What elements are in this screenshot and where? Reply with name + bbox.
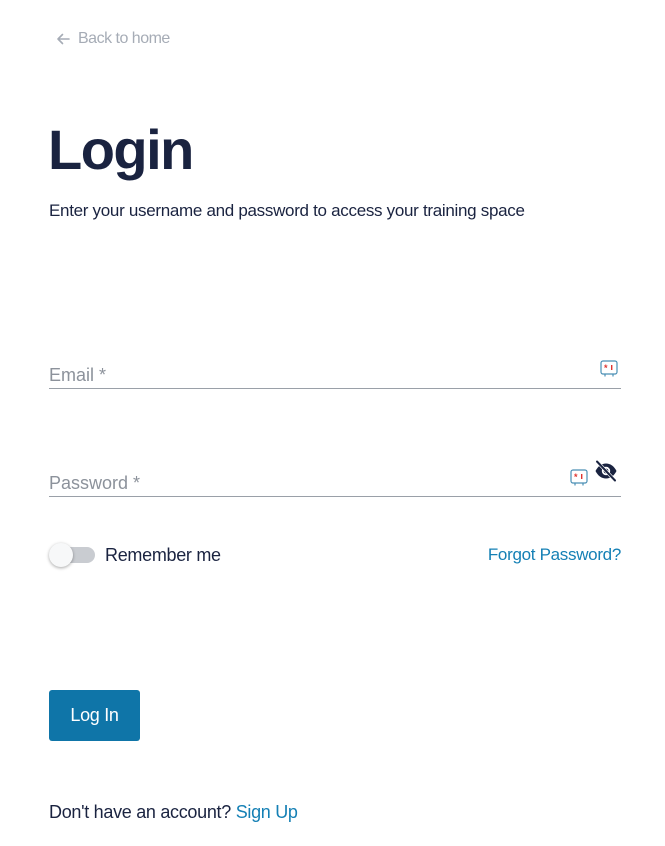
login-button[interactable]: Log In (49, 690, 140, 741)
password-manager-icon[interactable]: * (570, 469, 588, 487)
back-link-label: Back to home (78, 30, 170, 47)
hide-password-icon[interactable] (594, 459, 618, 483)
signup-row: Don't have an account? Sign Up (49, 802, 298, 823)
login-page: Back to home Login Enter your username a… (0, 0, 665, 846)
forgot-password-link[interactable]: Forgot Password? (488, 545, 621, 565)
signup-prompt: Don't have an account? (49, 802, 231, 822)
svg-text:*: * (574, 472, 578, 482)
password-input[interactable] (49, 473, 549, 494)
remember-me-toggle[interactable] (49, 542, 95, 568)
password-manager-icon[interactable]: * (600, 360, 618, 378)
remember-me-row: Remember me (49, 542, 221, 568)
toggle-knob (49, 543, 73, 567)
back-to-home-link[interactable]: Back to home (56, 30, 170, 48)
password-field: * (49, 459, 621, 497)
page-subtitle: Enter your username and password to acce… (49, 201, 525, 220)
remember-me-label[interactable]: Remember me (105, 545, 221, 566)
svg-text:*: * (604, 363, 608, 373)
email-field: * (49, 352, 621, 389)
sign-up-link[interactable]: Sign Up (236, 802, 298, 822)
page-title: Login (48, 118, 194, 181)
arrow-left-icon (56, 32, 70, 46)
email-input[interactable] (49, 365, 549, 386)
